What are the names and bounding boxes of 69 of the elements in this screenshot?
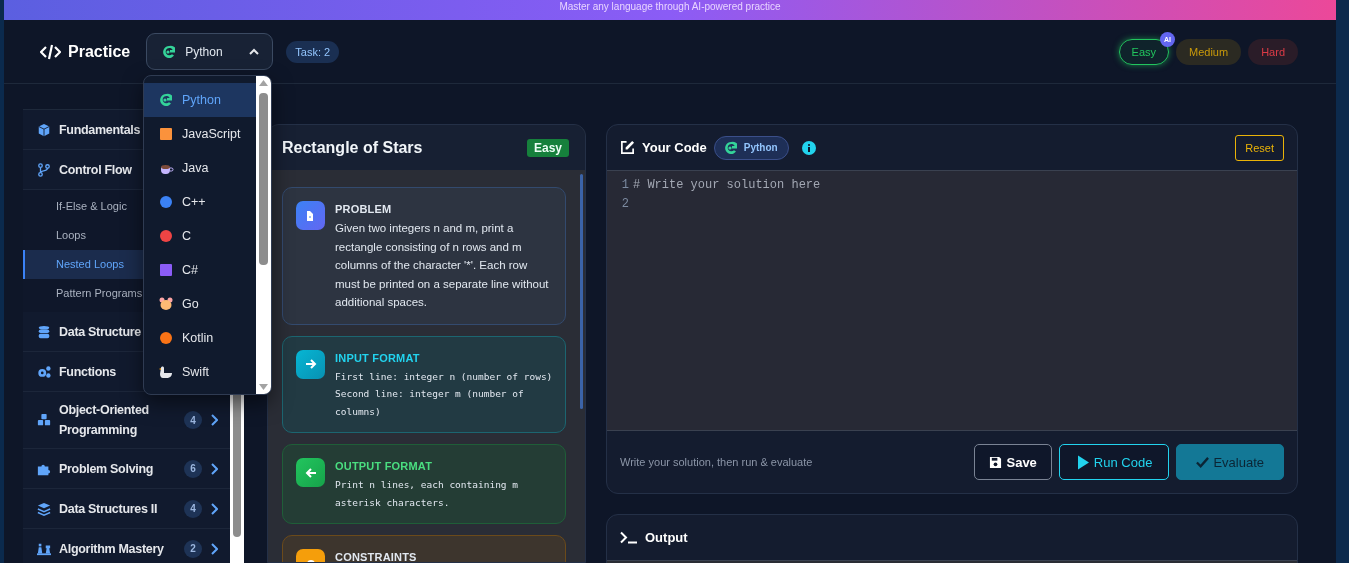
hint-text: Write your solution, then run & evaluate	[620, 456, 813, 468]
edit-icon	[620, 140, 635, 155]
section-text: First line: integer n (number of rows) Second line: integer m (number of columns)	[335, 369, 553, 419]
chevron-icon	[210, 414, 218, 426]
chevron-icon	[210, 462, 218, 475]
terminal-icon	[620, 530, 638, 545]
save-icon	[989, 455, 1003, 469]
play-icon	[1075, 453, 1090, 471]
language-icon	[722, 139, 739, 156]
branch-icon	[37, 162, 51, 177]
difficulty-pill[interactable]: Medium	[1176, 38, 1242, 65]
section-text: Given two integers n and m, print a rectangle consisting of n rows and m columns of the character '*'. Each row must be printed on a separate line without additional spaces.	[335, 221, 550, 310]
cubes-icon	[37, 413, 51, 427]
code-line: # Write your solution here	[633, 177, 821, 192]
language-icon	[158, 364, 174, 380]
section-icon	[296, 349, 325, 379]
language-icon	[158, 194, 174, 210]
language-icon	[158, 330, 174, 346]
section-text: Print n lines, each containing m asterisk characters.	[335, 478, 520, 510]
difficulty-pill[interactable]: Hard	[1248, 38, 1298, 65]
card-title: Your Code	[642, 140, 707, 155]
menu-item[interactable]: C	[144, 219, 256, 253]
count-badge: 4	[184, 499, 202, 518]
banner-tagline: Master any language through AI-powered practice	[559, 1, 781, 13]
section-icon	[296, 201, 325, 230]
count-badge: 6	[184, 459, 202, 478]
save-button[interactable]: Save	[974, 444, 1052, 480]
code-icon	[40, 43, 61, 60]
gears-icon	[37, 364, 51, 379]
sidebar-item[interactable]: Data Structures II 4	[23, 489, 230, 529]
database-icon	[37, 324, 51, 339]
language-icon	[161, 43, 178, 60]
language-badge: Python	[713, 135, 789, 160]
scrollbar[interactable]	[256, 76, 271, 394]
run-button[interactable]: Run Code	[1058, 444, 1170, 480]
chess-icon	[37, 541, 51, 556]
line-number: 1	[620, 177, 630, 192]
menu-item[interactable]: Python	[144, 83, 256, 117]
count-badge: 2	[184, 539, 202, 558]
scroll-down-icon[interactable]	[258, 383, 269, 391]
chevron-icon	[210, 502, 218, 515]
caret-icon	[248, 46, 261, 57]
language-icon	[158, 296, 174, 312]
cube-icon	[37, 122, 51, 137]
language-icon	[158, 228, 174, 244]
problem-title: Rectangle of Stars	[282, 138, 423, 157]
language-icon	[158, 92, 174, 108]
count-badge: 4	[184, 411, 202, 429]
sidebar-item[interactable]: Problem Solving 6	[23, 449, 230, 489]
section-heading: CONSTRAINTS	[335, 551, 417, 562]
code-editor[interactable]: 1 # Write your solution here 2	[607, 170, 1297, 431]
page-title: Practice	[68, 42, 131, 61]
info-icon[interactable]	[801, 140, 816, 155]
layers-icon	[37, 501, 51, 516]
task-badge: Task: 2	[286, 40, 340, 63]
scroll-up-icon[interactable]	[258, 79, 269, 87]
card-title: Output	[645, 530, 688, 545]
section-icon	[296, 458, 325, 487]
section-heading: PROBLEM	[335, 203, 393, 215]
language-icon	[158, 262, 174, 278]
difficulty-badge: Easy	[526, 138, 569, 157]
language-select[interactable]: Python	[146, 33, 274, 70]
line-number: 2	[620, 196, 630, 211]
section-heading: INPUT FORMAT	[335, 351, 421, 364]
reset-button[interactable]: Reset	[1235, 134, 1284, 161]
section-heading: OUTPUT FORMAT	[335, 460, 434, 472]
check-icon	[1196, 455, 1210, 469]
language-icon	[158, 126, 174, 142]
chevron-icon	[210, 542, 218, 555]
